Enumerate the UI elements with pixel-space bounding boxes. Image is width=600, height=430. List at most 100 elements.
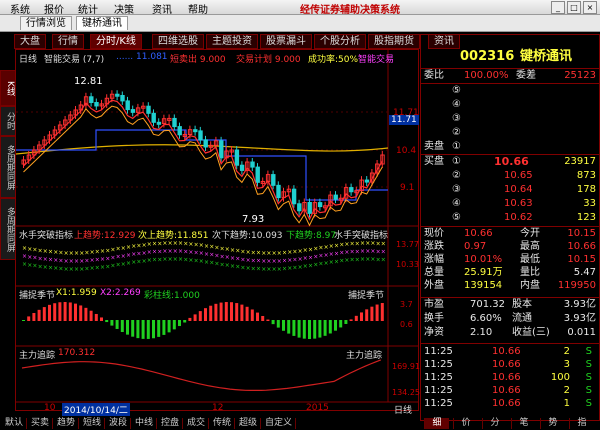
stat-label-left: 总量	[424, 267, 444, 278]
indicator-tab[interactable]: 控盘	[158, 418, 184, 429]
pane4-value: 170.312	[58, 348, 96, 358]
minimize-icon[interactable]: _	[551, 1, 565, 14]
chart-area[interactable]: × × × × × × × × × × × × × × × × × × × × × × × × × × × × × × × × × × × × × × × ×…	[15, 49, 420, 416]
tick-volume: 1	[563, 398, 570, 409]
detail-tabs: 细价分笔势指	[420, 418, 600, 430]
season-bar	[276, 320, 280, 328]
menu-news[interactable]: 资讯	[152, 1, 172, 16]
season-bar	[214, 303, 218, 321]
high-price-label: 12.81	[74, 76, 103, 87]
indicator-tab[interactable]: 传统	[210, 418, 236, 429]
tick-side: S	[585, 385, 592, 396]
candle	[130, 109, 136, 113]
sell3-index: ③	[452, 113, 461, 124]
fin-label-left: 市盈	[424, 299, 444, 310]
candle	[94, 102, 99, 107]
indicator-tab[interactable]: 自定义	[262, 418, 297, 429]
indicator-tab[interactable]: 成交	[184, 418, 210, 429]
season-bar	[178, 320, 181, 327]
stat-value-right: 5.47	[573, 267, 596, 278]
xaxis-mode[interactable]: 日线	[394, 403, 412, 416]
tab-futures[interactable]: 股指期货	[368, 34, 420, 49]
buy4-volume: 33	[583, 198, 596, 209]
detail-tab[interactable]: 分	[482, 418, 507, 429]
menu-help[interactable]: 帮助	[188, 1, 208, 16]
indicator-tab[interactable]: 趋势	[54, 418, 80, 429]
season-bar	[271, 320, 275, 325]
tab-funnel[interactable]: 股票漏斗	[260, 34, 312, 49]
season-bar	[261, 315, 265, 321]
weibi-label: 委比	[424, 70, 444, 81]
maximize-icon[interactable]: □	[567, 1, 581, 14]
indicator-tab[interactable]: 波段	[106, 418, 132, 429]
indicator-tab[interactable]: 默认	[2, 418, 28, 429]
doc-tab-browse[interactable]: 行情浏览	[20, 16, 72, 30]
indicator-tab[interactable]: 超级	[236, 418, 262, 429]
season-bar	[146, 320, 150, 339]
menu-stats[interactable]: 统计	[78, 1, 98, 16]
candle	[317, 202, 323, 208]
sell2-index: ②	[452, 127, 461, 138]
side-tab-kline[interactable]: K线	[0, 70, 16, 106]
tick-side: S	[585, 398, 592, 409]
season-bar	[27, 316, 31, 321]
tab-select[interactable]: 四维选股	[152, 34, 204, 49]
xaxis-label-3: 12	[212, 403, 224, 413]
season-bar	[266, 319, 270, 321]
buy5-volume: 123	[576, 212, 596, 223]
season-bar	[53, 303, 57, 321]
close-icon[interactable]: ×	[583, 1, 597, 14]
tick-time: 11:25	[424, 385, 453, 396]
side-tab-multi1[interactable]: 多周期同屏	[0, 136, 16, 198]
season-bar	[235, 303, 239, 321]
stat-value-right: 10.15	[567, 228, 596, 239]
detail-tab[interactable]: 笔	[511, 418, 536, 429]
detail-tab[interactable]: 指	[569, 418, 594, 429]
tick-side: S	[585, 359, 592, 370]
tick-volume: 2	[563, 346, 570, 357]
buy4-index: ④	[452, 198, 461, 209]
sell4-index: ④	[452, 99, 461, 110]
tick-row: 11:25 10.66 2 S	[424, 385, 596, 397]
season-bar	[339, 320, 343, 328]
detail-tab[interactable]: 细	[424, 418, 449, 429]
detail-tab[interactable]: 价	[453, 418, 478, 429]
fin-value-right: 0.011	[567, 327, 596, 338]
buy2-price: 10.65	[504, 170, 533, 181]
indicator-tab[interactable]: 短线	[80, 418, 106, 429]
candle	[234, 149, 240, 166]
tab-kline[interactable]: 分时/K线	[90, 34, 142, 49]
buy2-volume: 873	[576, 170, 596, 181]
stat-row: 涨跌 0.97 最高 10.66	[424, 241, 596, 253]
weicha-label: 委差	[516, 70, 536, 81]
pane4-title: 主力追踪	[19, 351, 56, 361]
candle	[271, 174, 276, 186]
tab-analysis[interactable]: 个股分析	[314, 34, 366, 49]
pane4-right-title: 主力追踪	[346, 351, 383, 361]
stat-value-right: 119950	[557, 280, 596, 291]
season-bar	[94, 313, 98, 321]
indicator-tab[interactable]: 中线	[132, 418, 158, 429]
pane2-tick-2: 10.33	[396, 260, 419, 269]
buy-label: 买盘	[424, 156, 444, 167]
fin-row: 净资 2.10 收益(三) 0.011	[424, 327, 596, 339]
menu-decision[interactable]: 决策	[114, 1, 134, 16]
season-bar	[245, 306, 249, 321]
menu-system[interactable]: 系统	[10, 1, 30, 16]
season-bar	[287, 320, 291, 334]
side-tab-minute[interactable]: 分时	[0, 106, 16, 136]
season-bar	[204, 308, 207, 321]
tick-time: 11:25	[424, 372, 453, 383]
tick-time: 11:25	[424, 346, 453, 357]
tab-theme[interactable]: 主题投资	[206, 34, 258, 49]
detail-tab[interactable]: 势	[540, 418, 565, 429]
indicator-tab[interactable]: 买卖	[28, 418, 54, 429]
doc-tab-stock[interactable]: 键桥通讯	[76, 16, 128, 30]
fin-value-left: 2.10	[470, 327, 493, 338]
tab-market[interactable]: 大盘	[14, 34, 46, 49]
menu-quote[interactable]: 报价	[44, 1, 64, 16]
tab-quote[interactable]: 行情	[52, 34, 84, 49]
pane3-tick-1: 3.7	[400, 300, 413, 309]
pane3-tick-2: 0.6	[400, 320, 413, 329]
side-tab-multi2[interactable]: 多周期同屏	[0, 198, 16, 260]
